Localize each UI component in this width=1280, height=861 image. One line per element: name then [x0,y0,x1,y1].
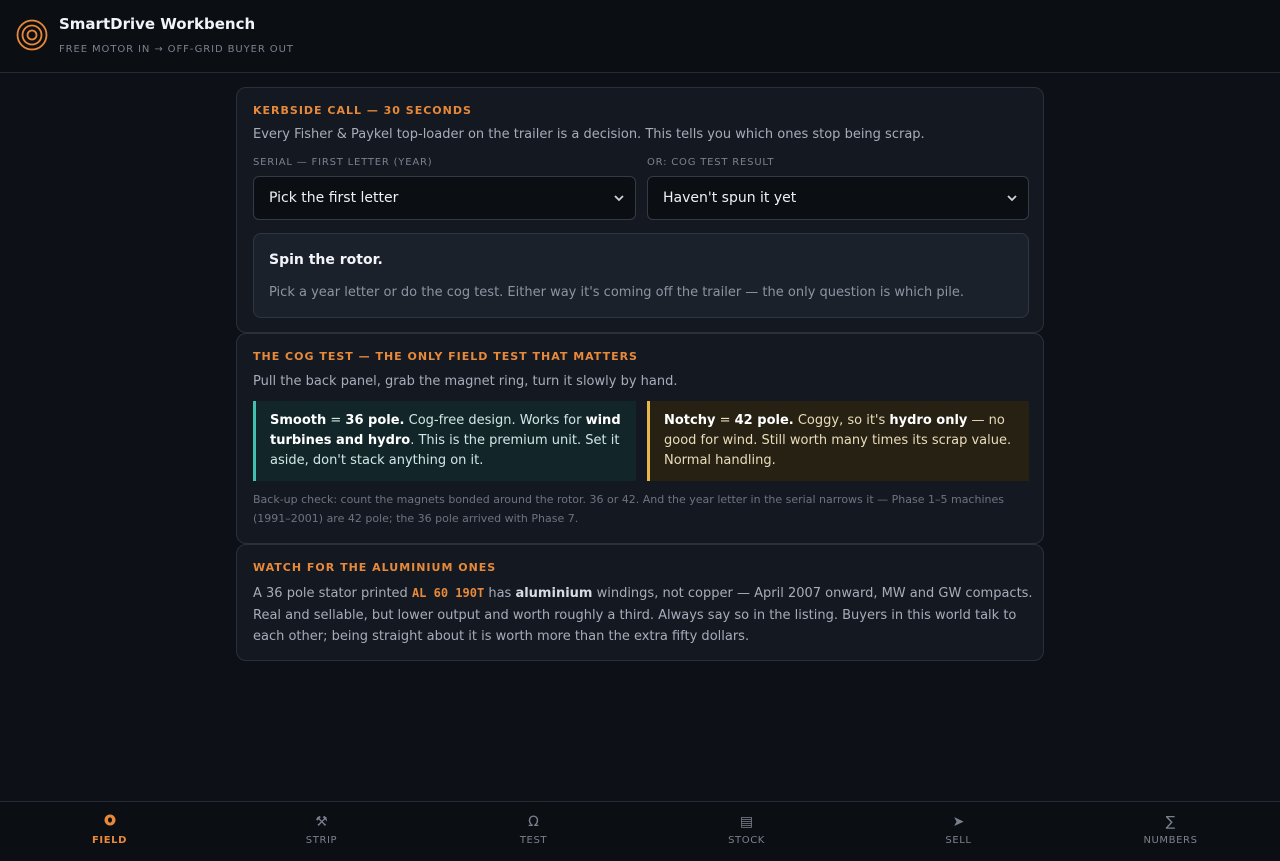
aluminium-kicker: WATCH FOR THE ALUMINIUM ONES [253,561,497,574]
chevron-down-icon [614,195,624,202]
nav-numbers-label: NUMBERS [1143,835,1198,846]
stock-list-icon: ▤ [739,814,754,830]
app-title: SmartDrive Workbench [59,15,256,33]
app-subtitle: FREE MOTOR IN → OFF-GRID BUYER OUT [59,44,294,55]
serial-letter-select[interactable]: Pick the first letter [253,176,636,220]
sigma-icon: ∑ [1165,814,1176,830]
notchy-eq: = [715,413,735,428]
verdict-title: Spin the rotor. [269,252,383,268]
alu-text-2: has [484,586,516,601]
eye-icon [3,814,216,830]
cog-test-card: THE COG TEST — THE ONLY FIELD TEST THAT … [236,333,1044,544]
nav-test[interactable]: Ω TEST [427,802,640,861]
serial-letter-value: Pick the first letter [269,190,399,206]
notchy-pole: 42 pole. [734,413,794,428]
tools-icon: ⚒ [315,814,328,830]
ohm-icon: Ω [528,814,539,830]
cog-test-kicker: THE COG TEST — THE ONLY FIELD TEST THAT … [253,350,638,363]
cog-result-value: Haven't spun it yet [663,190,797,206]
verdict-text: Pick a year letter or do the cog test. E… [269,285,964,300]
nav-stock-label: STOCK [728,835,765,846]
send-icon: ➤ [952,814,965,830]
rotor-logo-icon [16,19,48,51]
nav-sell-label: SELL [945,835,972,846]
smooth-pole: 36 pole. [345,413,405,428]
smooth-lead: Smooth [270,413,327,428]
aluminium-text: A 36 pole stator printed AL 60 190T has … [253,583,1033,648]
cog-result-select[interactable]: Haven't spun it yet [647,176,1029,220]
alu-strong: aluminium [515,586,593,601]
smooth-eq: = [326,413,346,428]
kerbside-kicker: KERBSIDE CALL — 30 SECONDS [253,104,472,117]
kerbside-card: KERBSIDE CALL — 30 SECONDS Every Fisher … [236,87,1044,333]
nav-numbers[interactable]: ∑ NUMBERS [1064,802,1277,861]
smooth-text-1: Cog-free design. Works for [404,413,586,428]
serial-label: SERIAL — FIRST LETTER (YEAR) [253,157,433,168]
notchy-lead: Notchy [664,413,716,428]
nav-field-label: FIELD [91,835,128,846]
nav-strip-label: STRIP [305,835,338,846]
kerbside-description: Every Fisher & Paykel top-loader on the … [253,127,925,142]
app-header: SmartDrive Workbench FREE MOTOR IN → OFF… [0,0,1280,73]
verdict-box: Spin the rotor. Pick a year letter or do… [253,233,1029,318]
notchy-strong: hydro only [889,413,968,428]
nav-stock[interactable]: ▤ STOCK [640,802,853,861]
notchy-text-1: Coggy, so it's [793,413,890,428]
cog-label: OR: COG TEST RESULT [647,157,775,168]
nav-strip[interactable]: ⚒ STRIP [215,802,428,861]
nav-field[interactable]: FIELD [3,802,216,861]
alu-text-1: A 36 pole stator printed [253,586,412,601]
nav-test-label: TEST [519,835,548,846]
nav-sell[interactable]: ➤ SELL [852,802,1065,861]
stator-code: AL 60 190T [411,586,485,600]
eye-icon-svg [104,814,115,826]
chevron-down-icon [1007,195,1017,202]
aluminium-card: WATCH FOR THE ALUMINIUM ONES A 36 pole s… [236,544,1044,661]
notchy-variant-callout: Notchy = 42 pole. Coggy, so it's hydro o… [647,401,1029,481]
bottom-nav: FIELD ⚒ STRIP Ω TEST ▤ STOCK ➤ SELL ∑ NU… [0,801,1280,860]
cog-test-description: Pull the back panel, grab the magnet rin… [253,374,678,389]
smooth-variant-callout: Smooth = 36 pole. Cog-free design. Works… [253,401,636,481]
backup-check-note: Back-up check: count the magnets bonded … [253,493,1004,525]
